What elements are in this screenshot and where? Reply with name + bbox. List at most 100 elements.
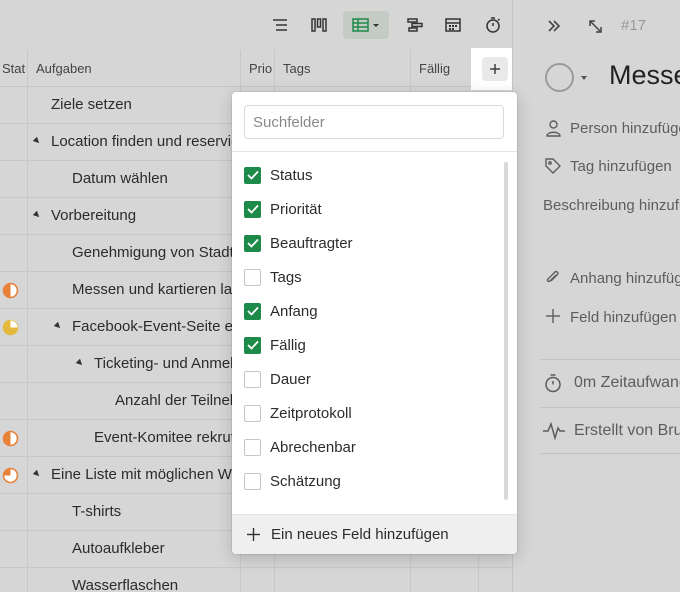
task-name[interactable]: Event-Komitee rekrutieren xyxy=(94,420,238,456)
person-icon xyxy=(546,120,561,137)
field-option[interactable]: Abrechenbar xyxy=(244,434,494,460)
activity-icon xyxy=(543,421,565,441)
field-option-label: Dauer xyxy=(270,370,311,388)
add-description[interactable]: Beschreibung hinzufügen xyxy=(543,197,680,214)
expand-caret-icon[interactable] xyxy=(32,469,42,479)
collapse-panel-icon[interactable] xyxy=(547,19,561,33)
checkbox-checked[interactable] xyxy=(244,302,261,320)
task-name[interactable]: Anzahl der Teilnehmer xyxy=(115,383,238,419)
checkbox-checked[interactable] xyxy=(244,336,261,354)
field-option[interactable]: Priorität xyxy=(244,196,494,222)
task-name[interactable]: Messen und kartieren lassen xyxy=(72,272,238,308)
field-list-scrollbar[interactable] xyxy=(504,162,508,500)
checkbox-checked[interactable] xyxy=(244,200,261,218)
status-indicator-icon[interactable] xyxy=(2,319,19,336)
field-option[interactable]: Tags xyxy=(244,264,494,290)
timer-button[interactable] xyxy=(478,11,508,39)
task-name[interactable]: Autoaufkleber xyxy=(72,531,238,567)
header-tags[interactable]: Tags xyxy=(283,50,403,87)
checkmark-icon xyxy=(246,204,259,214)
expand-caret-icon[interactable] xyxy=(53,321,63,331)
task-detail-panel: #17 Messen und kartieren lassen Person h… xyxy=(512,0,680,592)
checkbox-unchecked[interactable] xyxy=(244,472,261,490)
field-search-input[interactable] xyxy=(244,105,504,139)
header-due[interactable]: Fällig xyxy=(419,50,469,87)
status-dropdown-caret[interactable] xyxy=(581,76,587,80)
field-option[interactable]: Status xyxy=(244,162,494,188)
add-field[interactable]: Feld hinzufügen xyxy=(570,309,677,326)
list-view-button[interactable] xyxy=(265,11,295,39)
checkmark-icon xyxy=(246,340,259,350)
divider xyxy=(541,359,680,360)
divider xyxy=(541,453,680,454)
field-option[interactable]: Fällig xyxy=(244,332,494,358)
time-tracked[interactable]: 0m Zeitaufwand xyxy=(574,374,680,392)
field-option[interactable]: Beauftragter xyxy=(244,230,494,256)
field-option[interactable]: Zeitprotokoll xyxy=(244,400,494,426)
task-name[interactable]: Eine Liste mit möglichen Werbeartikeln xyxy=(51,457,238,493)
header-priority[interactable]: Prior xyxy=(249,50,273,87)
field-option-label: Anfang xyxy=(270,302,318,320)
task-name[interactable]: Location finden und reservieren xyxy=(51,124,238,160)
timeline-view-button[interactable] xyxy=(400,11,430,39)
field-option-label: Fällig xyxy=(270,336,306,354)
table-row[interactable]: Wasserflaschen xyxy=(0,568,512,592)
header-status[interactable]: Stat xyxy=(2,50,26,87)
checkbox-unchecked[interactable] xyxy=(244,370,261,388)
detail-panel-header: #17 xyxy=(513,0,680,50)
checkbox-unchecked[interactable] xyxy=(244,438,261,456)
task-name[interactable]: Ziele setzen xyxy=(51,87,238,123)
add-tag[interactable]: Tag hinzufügen xyxy=(570,158,672,175)
add-column-button-inner[interactable] xyxy=(482,57,508,81)
checkbox-unchecked[interactable] xyxy=(244,404,261,422)
checkmark-icon xyxy=(246,238,259,248)
checkbox-checked[interactable] xyxy=(244,234,261,252)
field-picker-dropdown: Status Priorität Beauftragter Tags Anfang Fäl… xyxy=(232,92,517,554)
field-option[interactable]: Dauer xyxy=(244,366,494,392)
field-option[interactable]: Schätzung xyxy=(244,468,494,494)
created-by: Erstellt von Bruno xyxy=(574,422,680,439)
calendar-view-icon xyxy=(445,18,461,32)
tag-icon xyxy=(545,158,561,174)
field-option-label: Abrechenbar xyxy=(270,438,356,456)
add-new-field-label: Ein neues Feld hinzufügen xyxy=(271,526,449,543)
expand-caret-icon[interactable] xyxy=(32,136,42,146)
plus-icon xyxy=(247,528,260,541)
list-view-icon xyxy=(273,19,287,31)
checkbox-checked[interactable] xyxy=(244,166,261,184)
checkbox-unchecked[interactable] xyxy=(244,268,261,286)
header-tasks[interactable]: Aufgaben xyxy=(36,50,236,87)
add-assignee[interactable]: Person hinzufügen xyxy=(570,120,680,137)
field-list: Status Priorität Beauftragter Tags Anfang Fäl… xyxy=(232,158,517,510)
field-option[interactable]: Anfang xyxy=(244,298,494,324)
complete-task-circle[interactable] xyxy=(545,63,574,92)
add-new-field-button[interactable]: Ein neues Feld hinzufügen xyxy=(232,514,517,554)
divider xyxy=(541,407,680,408)
task-name[interactable]: Vorbereitung xyxy=(51,198,238,234)
board-view-icon xyxy=(311,18,327,32)
add-attachment[interactable]: Anhang hinzufügen xyxy=(570,270,680,287)
expand-icon[interactable] xyxy=(588,19,603,34)
field-option-label: Schätzung xyxy=(270,472,341,490)
field-option-label: Status xyxy=(270,166,313,184)
task-name[interactable]: Genehmigung von Stadt einholen xyxy=(72,235,238,271)
task-title[interactable]: Messen und kartieren lassen xyxy=(609,60,680,91)
plus-icon xyxy=(490,64,500,74)
expand-caret-icon[interactable] xyxy=(32,210,42,220)
calendar-view-button[interactable] xyxy=(438,11,468,39)
task-name[interactable]: T-shirts xyxy=(72,494,238,530)
paperclip-icon xyxy=(546,270,559,283)
board-view-button[interactable] xyxy=(304,11,334,39)
task-name[interactable]: Facebook-Event-Seite erstellen xyxy=(72,309,238,345)
table-view-button[interactable] xyxy=(343,11,389,39)
checkmark-icon xyxy=(246,306,259,316)
expand-caret-icon[interactable] xyxy=(75,358,85,368)
status-indicator-icon[interactable] xyxy=(2,430,19,447)
table-view-icon xyxy=(352,18,379,32)
task-name[interactable]: Wasserflaschen xyxy=(72,568,238,592)
task-name[interactable]: Ticketing- und Anmeldesystem xyxy=(94,346,238,382)
task-name[interactable]: Datum wählen xyxy=(72,161,238,197)
task-id: #17 xyxy=(621,17,647,34)
status-indicator-icon[interactable] xyxy=(2,282,19,299)
status-indicator-icon[interactable] xyxy=(2,467,19,484)
